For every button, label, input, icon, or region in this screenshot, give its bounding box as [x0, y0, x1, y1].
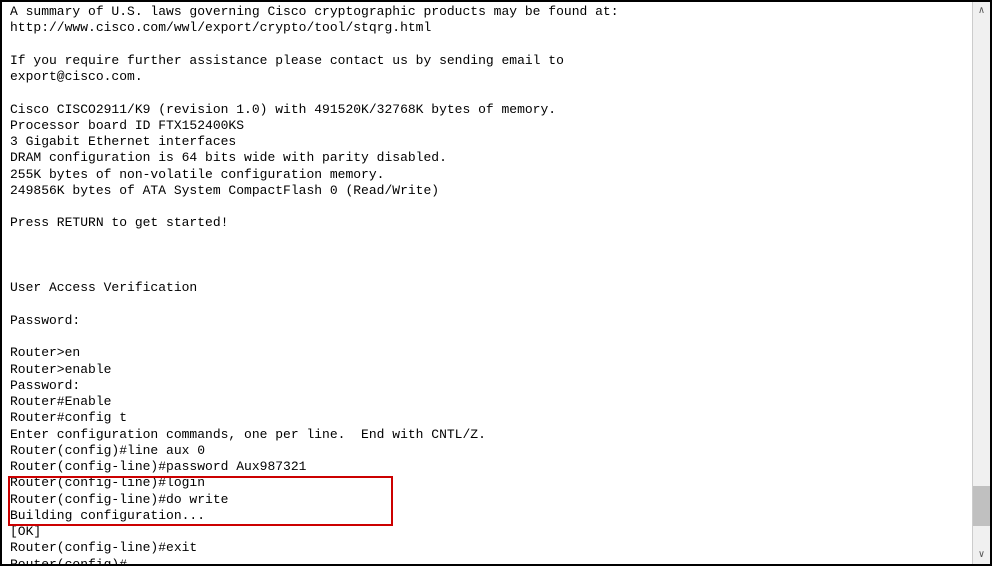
terminal-line: Enter configuration commands, one per li…: [10, 427, 964, 443]
terminal-line: A summary of U.S. laws governing Cisco c…: [10, 4, 964, 20]
scroll-track[interactable]: [973, 20, 990, 546]
terminal-line: Router>en: [10, 345, 964, 361]
terminal-line: User Access Verification: [10, 280, 964, 296]
terminal-line: 249856K bytes of ATA System CompactFlash…: [10, 183, 964, 199]
terminal-line: Processor board ID FTX152400KS: [10, 118, 964, 134]
terminal-line: Router(config-line)#do write: [10, 492, 964, 508]
terminal-line: [10, 199, 964, 215]
scroll-down-icon[interactable]: ∨: [973, 546, 990, 564]
terminal-line: [10, 232, 964, 248]
terminal-line: [10, 37, 964, 53]
terminal-line: Router>enable: [10, 362, 964, 378]
terminal-line: [10, 297, 964, 313]
terminal-line: [10, 248, 964, 264]
terminal-line: export@cisco.com.: [10, 69, 964, 85]
terminal-line: DRAM configuration is 64 bits wide with …: [10, 150, 964, 166]
terminal-window: A summary of U.S. laws governing Cisco c…: [0, 0, 992, 566]
terminal-line: Router(config)#: [10, 557, 964, 565]
terminal-line: If you require further assistance please…: [10, 53, 964, 69]
terminal-line: Router(config-line)#password Aux987321: [10, 459, 964, 475]
terminal-line: Building configuration...: [10, 508, 964, 524]
terminal-line: 3 Gigabit Ethernet interfaces: [10, 134, 964, 150]
terminal-line: Password:: [10, 313, 964, 329]
terminal-line: [10, 264, 964, 280]
vertical-scrollbar[interactable]: ∧ ∨: [972, 2, 990, 564]
terminal-line: http://www.cisco.com/wwl/export/crypto/t…: [10, 20, 964, 36]
terminal-line: [10, 85, 964, 101]
terminal-line: [10, 329, 964, 345]
terminal-line: Cisco CISCO2911/K9 (revision 1.0) with 4…: [10, 102, 964, 118]
terminal-line: [OK]: [10, 524, 964, 540]
terminal-line: 255K bytes of non-volatile configuration…: [10, 167, 964, 183]
terminal-line: Router#config t: [10, 410, 964, 426]
terminal-line: Router(config-line)#exit: [10, 540, 964, 556]
terminal-output[interactable]: A summary of U.S. laws governing Cisco c…: [2, 2, 972, 564]
terminal-line: Router#Enable: [10, 394, 964, 410]
terminal-line: Router(config)#line aux 0: [10, 443, 964, 459]
terminal-line: Password:: [10, 378, 964, 394]
terminal-line: Router(config-line)#login: [10, 475, 964, 491]
scroll-thumb[interactable]: [973, 486, 990, 526]
terminal-line: Press RETURN to get started!: [10, 215, 964, 231]
scroll-up-icon[interactable]: ∧: [973, 2, 990, 20]
